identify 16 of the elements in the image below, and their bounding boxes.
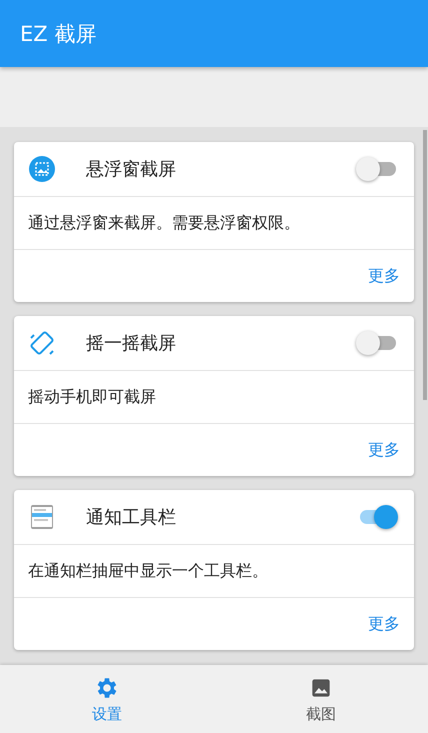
- scrollbar[interactable]: [423, 130, 427, 400]
- card-description: 摇动手机即可截屏: [28, 386, 156, 408]
- app-title: EZ 截屏: [20, 20, 96, 48]
- nav-tab[interactable]: 截图: [261, 665, 381, 733]
- card-description: 在通知栏抽屉中显示一个工具栏。: [28, 560, 268, 582]
- more-link[interactable]: 更多: [368, 266, 400, 286]
- nav-tab[interactable]: 设置: [47, 665, 167, 733]
- more-link[interactable]: 更多: [368, 440, 400, 460]
- toolbar-icon: [28, 503, 56, 531]
- more-link[interactable]: 更多: [368, 614, 400, 634]
- card-description: 通过悬浮窗来截屏。需要悬浮窗权限。: [28, 212, 300, 234]
- screenshot-icon: [28, 155, 56, 183]
- phone-shake-icon: [28, 329, 56, 357]
- card-title: 通知工具栏: [86, 506, 177, 529]
- card-title: 悬浮窗截屏: [86, 158, 177, 181]
- card-title: 摇一摇截屏: [86, 332, 177, 355]
